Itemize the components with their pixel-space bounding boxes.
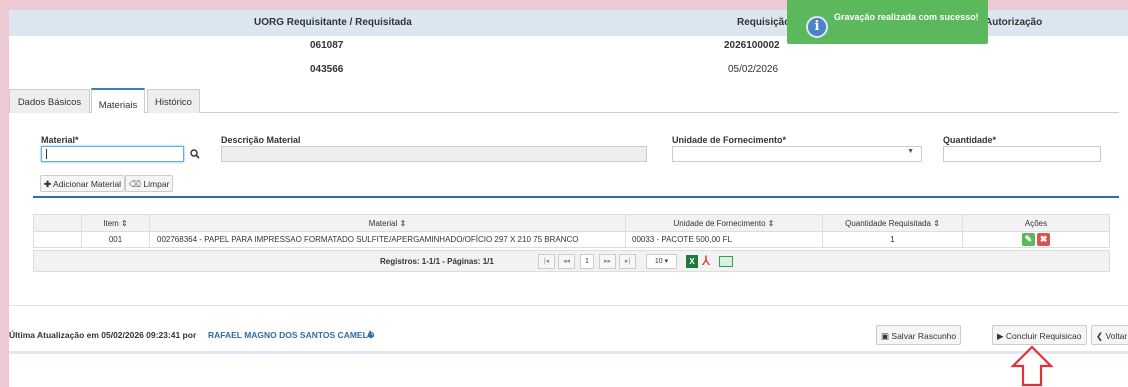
material-label: Material* <box>41 135 79 145</box>
eraser-icon: ⌫ <box>129 179 142 189</box>
edit-icon[interactable]: ✎ <box>1021 233 1035 246</box>
row-spacer <box>33 231 82 248</box>
descricao-label: Descrição Material <box>221 135 301 145</box>
header-col-uorg: UORG Requisitante / Requisitada <box>254 17 412 28</box>
page-size-select[interactable]: 10 ▾ <box>646 254 677 269</box>
sort-icon: ⇕ <box>933 218 940 228</box>
cell-quantidade: 1 <box>822 231 963 248</box>
next-page-icon[interactable]: ▸▸ <box>599 254 616 269</box>
column-header-quantidade[interactable]: Quantidade Requisitada ⇕ <box>822 214 963 232</box>
tab-historico[interactable]: Histórico <box>147 89 200 113</box>
tab-dados-basicos[interactable]: Dados Básicos <box>9 89 90 113</box>
column-header-item[interactable]: Item ⇕ <box>81 214 150 232</box>
search-icon <box>190 149 200 159</box>
toast-message: Gravação realizada com sucesso! <box>834 12 979 22</box>
table-row: 001 002768364 - PAPEL PARA IMPRESSAO FOR… <box>33 231 1110 248</box>
uorg-requisitante: 061087 <box>310 40 344 51</box>
clear-button[interactable]: ⌫ Limpar <box>125 175 174 192</box>
requisicao-numero: 2026100002 <box>724 40 780 51</box>
column-spacer <box>33 214 82 232</box>
cell-item: 001 <box>81 231 150 248</box>
chevron-left-icon: ❮ <box>1096 331 1104 341</box>
pdf-export-icon[interactable]: ⅄ <box>702 254 715 269</box>
back-button[interactable]: ❮ Voltar <box>1091 325 1128 345</box>
column-header-material[interactable]: Material ⇕ <box>149 214 626 232</box>
cell-acoes: ✎ ✖ <box>962 231 1110 248</box>
pager-info: Registros: 1-1/1 - Páginas: 1/1 <box>380 257 494 266</box>
unidade-select[interactable]: ▼ <box>672 146 922 162</box>
plus-icon: ✚ <box>44 179 52 189</box>
save-draft-button[interactable]: ▣ Salvar Rascunho <box>876 325 962 345</box>
pager: Registros: 1-1/1 - Páginas: 1/1 |◂ ◂◂ 1 … <box>33 250 1110 272</box>
delete-icon[interactable]: ✖ <box>1037 233 1051 246</box>
header-col-autorizacao: Autorização <box>985 17 1043 28</box>
quantidade-label: Quantidade* <box>943 135 997 145</box>
materials-table: Item ⇕ Material ⇕ Unidade de Forneciment… <box>33 214 1110 248</box>
play-icon: ▶ <box>997 331 1004 341</box>
search-button[interactable] <box>186 146 204 162</box>
cell-unidade: 00033 - PACOTE 500,00 FL <box>625 231 823 248</box>
unidade-label: Unidade de Fornecimento* <box>672 135 787 145</box>
current-page-button[interactable]: 1 <box>580 254 594 269</box>
sort-icon: ⇕ <box>399 218 407 228</box>
text-caret <box>46 149 47 159</box>
column-header-unidade[interactable]: Unidade de Fornecimento ⇕ <box>625 214 823 232</box>
user-icon: ♟ <box>366 329 375 339</box>
chevron-down-icon: ▼ <box>907 148 914 155</box>
descricao-field <box>221 146 647 162</box>
requisicao-data: 05/02/2026 <box>728 64 779 75</box>
conclude-button[interactable]: ▶ Concluir Requisicao <box>992 325 1087 345</box>
first-page-icon[interactable]: |◂ <box>538 254 555 269</box>
uorg-requisitada: 043566 <box>310 64 344 75</box>
cell-material: 002768364 - PAPEL PARA IMPRESSAO FORMATA… <box>149 231 626 248</box>
tab-bar: Dados Básicos Materiais Histórico <box>9 88 1119 113</box>
last-page-icon[interactable]: ▸| <box>619 254 636 269</box>
success-toast[interactable]: i Gravação realizada com sucesso! <box>787 0 988 44</box>
table-header-row: Item ⇕ Material ⇕ Unidade de Forneciment… <box>33 214 1110 232</box>
annotation-arrow-up-icon <box>1010 345 1054 387</box>
user-link[interactable]: RAFAEL MAGNO DOS SANTOS CAMELO <box>208 330 374 340</box>
save-icon: ▣ <box>881 331 890 341</box>
csv-export-icon[interactable] <box>719 256 733 267</box>
sort-icon: ⇕ <box>767 218 775 228</box>
sort-icon: ⇕ <box>121 218 128 228</box>
info-icon: i <box>806 16 828 38</box>
prev-page-icon[interactable]: ◂◂ <box>558 254 575 269</box>
material-input[interactable] <box>41 146 184 162</box>
quantidade-input[interactable] <box>943 146 1101 162</box>
header-col-requisicao: Requisição <box>737 17 791 28</box>
tab-materiais[interactable]: Materiais <box>91 88 145 113</box>
last-update-text: Última Atualização em 05/02/2026 09:23:4… <box>9 330 197 340</box>
add-material-button[interactable]: ✚ Adicionar Material <box>40 175 126 192</box>
column-header-acoes: Ações <box>962 214 1110 232</box>
section-divider <box>33 196 1119 198</box>
excel-export-icon[interactable]: X <box>686 255 698 268</box>
